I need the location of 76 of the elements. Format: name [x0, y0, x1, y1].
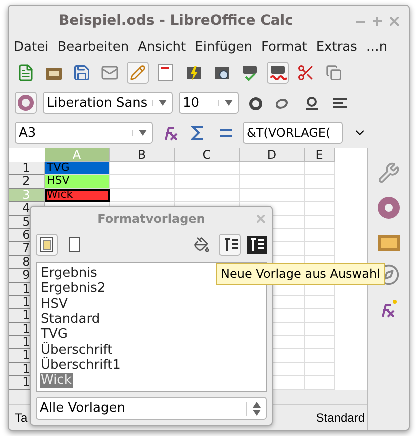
table-cell: [305, 188, 335, 202]
table-cell: [175, 162, 240, 176]
preview-icon[interactable]: [213, 64, 231, 82]
column-header[interactable]: C: [175, 148, 240, 162]
status-text: Ta: [15, 410, 28, 424]
table-cell: [305, 309, 335, 323]
menu-item[interactable]: …n: [366, 40, 388, 54]
edit-icon[interactable]: [130, 65, 146, 81]
folder-icon[interactable]: [45, 65, 63, 81]
bold-icon[interactable]: [248, 96, 264, 110]
dropdown-arrow-icon[interactable]: [138, 130, 146, 136]
table-cell: [110, 175, 175, 189]
equals-icon[interactable]: [219, 128, 233, 138]
mail-icon[interactable]: [101, 64, 119, 82]
name-box[interactable]: A3: [15, 122, 153, 144]
save-icon[interactable]: [73, 64, 91, 82]
table-cell: [305, 376, 335, 390]
sum-icon[interactable]: [191, 125, 205, 141]
table-cell: [110, 162, 175, 176]
dropdown-arrow-icon[interactable]: [224, 100, 232, 106]
font-name-field[interactable]: Liberation Sans: [43, 92, 173, 114]
fill-format-icon[interactable]: [194, 237, 210, 254]
style-item[interactable]: Wick: [40, 373, 73, 388]
menu-item[interactable]: Ansicht: [138, 40, 186, 54]
align-left-icon[interactable]: [332, 97, 348, 109]
menu-item[interactable]: Extras: [316, 40, 358, 54]
table-cell: [240, 188, 305, 202]
table-cell: [305, 216, 335, 229]
table-cell: [175, 175, 240, 189]
table-cell: [305, 296, 335, 310]
table-cell: [240, 162, 305, 176]
dialog-title: Formatvorlagen: [98, 212, 206, 226]
table-cell: [305, 175, 335, 189]
column-header[interactable]: B: [110, 148, 175, 162]
styles-icon[interactable]: [376, 196, 400, 220]
window-title: Beispiel.ods - LibreOffice Calc: [59, 13, 294, 29]
row-header[interactable]: 2: [9, 175, 45, 189]
menu-item[interactable]: Bearbeiten: [58, 40, 130, 54]
table-cell: HSV: [45, 175, 110, 189]
table-cell: [110, 188, 175, 202]
styles-icon[interactable]: [17, 94, 35, 112]
pdf-icon[interactable]: [158, 64, 174, 82]
table-cell: [305, 162, 335, 176]
table-cell: [240, 175, 305, 189]
dropdown-arrow-icon[interactable]: [158, 100, 166, 106]
print-icon[interactable]: [185, 64, 203, 82]
status-text: Standard: [316, 410, 365, 424]
new-spreadsheet-icon[interactable]: [17, 64, 35, 82]
table-cell: [305, 202, 335, 216]
column-header[interactable]: D: [240, 148, 305, 162]
cell-styles-icon: [38, 236, 56, 254]
table-cell: [305, 228, 335, 242]
underline-icon[interactable]: [304, 95, 320, 111]
filter-dropdown[interactable]: Alle Vorlagen: [36, 397, 267, 420]
autospell-icon[interactable]: [269, 64, 287, 82]
spellcheck-icon[interactable]: [241, 64, 259, 82]
spin-up-icon[interactable]: [252, 402, 260, 408]
font-size-field[interactable]: 10: [179, 92, 239, 114]
table-cell: [305, 362, 335, 376]
row-header[interactable]: 1: [9, 162, 45, 176]
table-cell: [305, 336, 335, 350]
spin-down-icon[interactable]: [252, 410, 260, 416]
menu-item[interactable]: Datei: [14, 40, 49, 54]
formula-field[interactable]: &T(VORLAGE(: [243, 122, 343, 144]
column-header[interactable]: E: [305, 148, 335, 162]
gallery-icon[interactable]: [376, 232, 400, 252]
table-cell: [175, 188, 240, 202]
update-style-icon[interactable]: [247, 236, 267, 254]
table-cell: [305, 322, 335, 336]
table-cell: TVG: [45, 162, 110, 176]
menu-item[interactable]: Format: [262, 40, 308, 54]
menu-item[interactable]: Einfügen: [195, 40, 253, 54]
tooltip: Neue Vorlage aus Auswahl: [216, 263, 386, 285]
scissors-icon[interactable]: [297, 64, 315, 82]
copy-icon[interactable]: [326, 65, 342, 81]
table-cell: [305, 349, 335, 363]
